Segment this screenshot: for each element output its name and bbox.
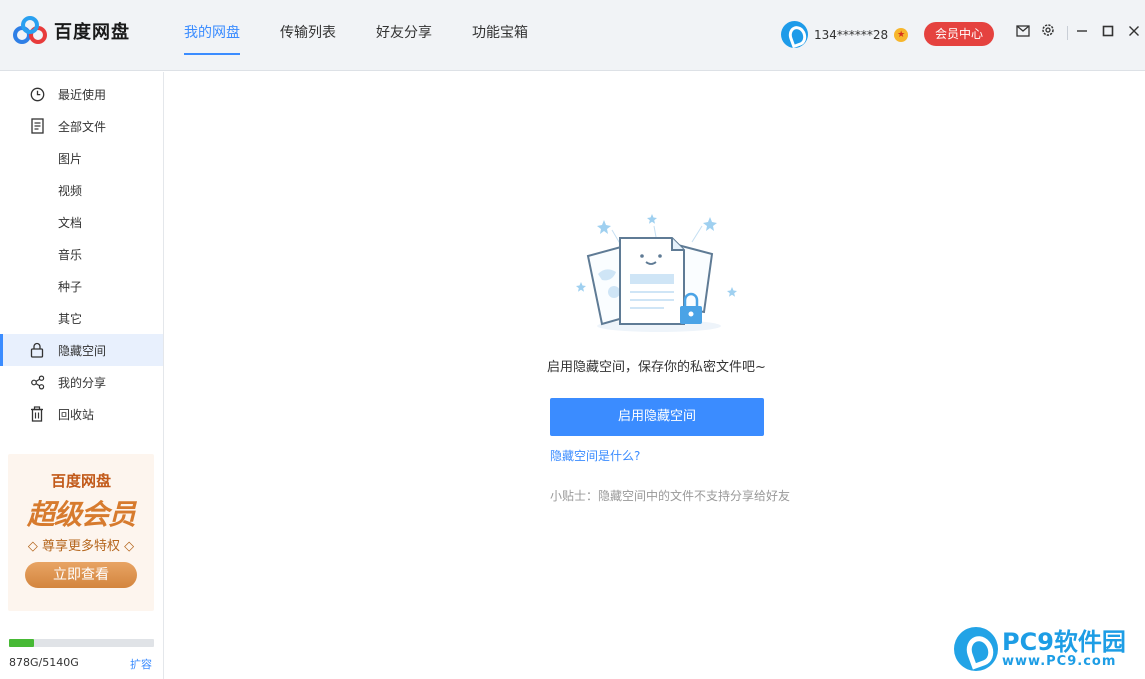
vip-crown-icon: ★ [894, 27, 909, 42]
sidebar-item-hidden-space[interactable]: 隐藏空间 [0, 334, 163, 366]
promo-headline: 超级会员 [26, 498, 136, 531]
promo-view-button[interactable]: 立即查看 [25, 562, 137, 588]
document-icon [29, 118, 45, 134]
storage-progress-fill [9, 639, 34, 647]
hidden-space-illustration [574, 212, 744, 337]
sidebar-item-label: 全部文件 [58, 119, 107, 134]
app-logo: 百度网盘 [12, 16, 130, 46]
vip-center-button[interactable]: 会员中心 [924, 22, 994, 46]
sidebar-item-images[interactable]: 图片 [0, 142, 163, 174]
sidebar-item-recent[interactable]: 最近使用 [0, 78, 163, 110]
enable-hidden-space-button[interactable]: 启用隐藏空间 [550, 398, 764, 436]
sidebar-item-label: 图片 [58, 151, 83, 166]
sidebar-item-recycle-bin[interactable]: 回收站 [0, 398, 163, 430]
sidebar-item-all-files[interactable]: 全部文件 [0, 110, 163, 142]
tab-transfer-list[interactable]: 传输列表 [260, 0, 356, 71]
watermark: PC9软件园 www.PC9.com [954, 627, 1126, 671]
tab-my-disk[interactable]: 我的网盘 [164, 0, 260, 71]
main-content: 启用隐藏空间，保存你的私密文件吧~ 启用隐藏空间 隐藏空间是什么? 小贴士：隐藏… [164, 72, 1145, 679]
minimize-icon[interactable] [1071, 22, 1093, 44]
watermark-title: PC9软件园 [1002, 628, 1126, 656]
sidebar-item-other[interactable]: 其它 [0, 302, 163, 334]
sidebar-item-label: 隐藏空间 [58, 343, 107, 358]
sidebar-item-label: 视频 [58, 183, 83, 198]
avatar[interactable] [781, 21, 808, 48]
sidebar-item-my-shares[interactable]: 我的分享 [0, 366, 163, 398]
username[interactable]: 134******28 [814, 28, 888, 42]
sidebar-item-videos[interactable]: 视频 [0, 174, 163, 206]
tip-text: 小贴士：隐藏空间中的文件不支持分享给好友 [550, 489, 791, 503]
promo-title: 百度网盘 [50, 472, 111, 490]
lock-icon [29, 342, 45, 358]
pc9-logo-icon [954, 627, 998, 671]
maximize-icon[interactable] [1097, 22, 1119, 44]
gear-icon[interactable] [1037, 22, 1059, 44]
sidebar: 最近使用 全部文件 图片 视频 文档 音乐 种子 其它 隐藏空间 我的分享 回收… [0, 72, 164, 679]
sidebar-item-label: 文档 [58, 215, 83, 230]
sidebar-item-label: 最近使用 [58, 87, 107, 102]
app-title: 百度网盘 [54, 22, 130, 43]
trash-icon [29, 406, 45, 422]
sidebar-item-music[interactable]: 音乐 [0, 238, 163, 270]
sidebar-item-label: 回收站 [58, 407, 95, 422]
storage-progress-bar [9, 639, 154, 647]
sidebar-item-documents[interactable]: 文档 [0, 206, 163, 238]
expand-storage-link[interactable]: 扩容 [130, 656, 152, 672]
main-nav: 我的网盘 传输列表 好友分享 功能宝箱 [164, 0, 548, 71]
sidebar-item-label: 其它 [58, 311, 83, 326]
hidden-space-headline: 启用隐藏空间，保存你的私密文件吧~ [547, 360, 766, 375]
close-icon[interactable] [1123, 22, 1145, 44]
super-vip-promo[interactable]: 百度网盘 超级会员 ◇ 尊享更多特权 ◇ 立即查看 [8, 454, 154, 611]
divider [1067, 26, 1068, 40]
title-bar: 百度网盘 我的网盘 传输列表 好友分享 功能宝箱 134******28 ★ 会… [0, 0, 1145, 71]
baidu-cloud-logo-icon [12, 16, 48, 46]
mail-icon[interactable] [1012, 22, 1034, 44]
storage-usage-text: 878G/5140G [9, 656, 79, 669]
promo-subtitle: ◇ 尊享更多特权 ◇ [27, 539, 135, 554]
sidebar-item-label: 种子 [58, 279, 83, 294]
user-info[interactable]: 134******28 ★ [781, 21, 909, 48]
share-icon [29, 374, 45, 390]
tab-friend-share[interactable]: 好友分享 [356, 0, 452, 71]
what-is-hidden-space-link[interactable]: 隐藏空间是什么? [550, 447, 640, 464]
sidebar-item-label: 音乐 [58, 247, 83, 262]
clock-icon [29, 86, 45, 102]
tab-toolbox[interactable]: 功能宝箱 [452, 0, 548, 71]
sidebar-item-torrents[interactable]: 种子 [0, 270, 163, 302]
sidebar-item-label: 我的分享 [58, 375, 107, 390]
watermark-url: www.PC9.com [1002, 654, 1117, 669]
